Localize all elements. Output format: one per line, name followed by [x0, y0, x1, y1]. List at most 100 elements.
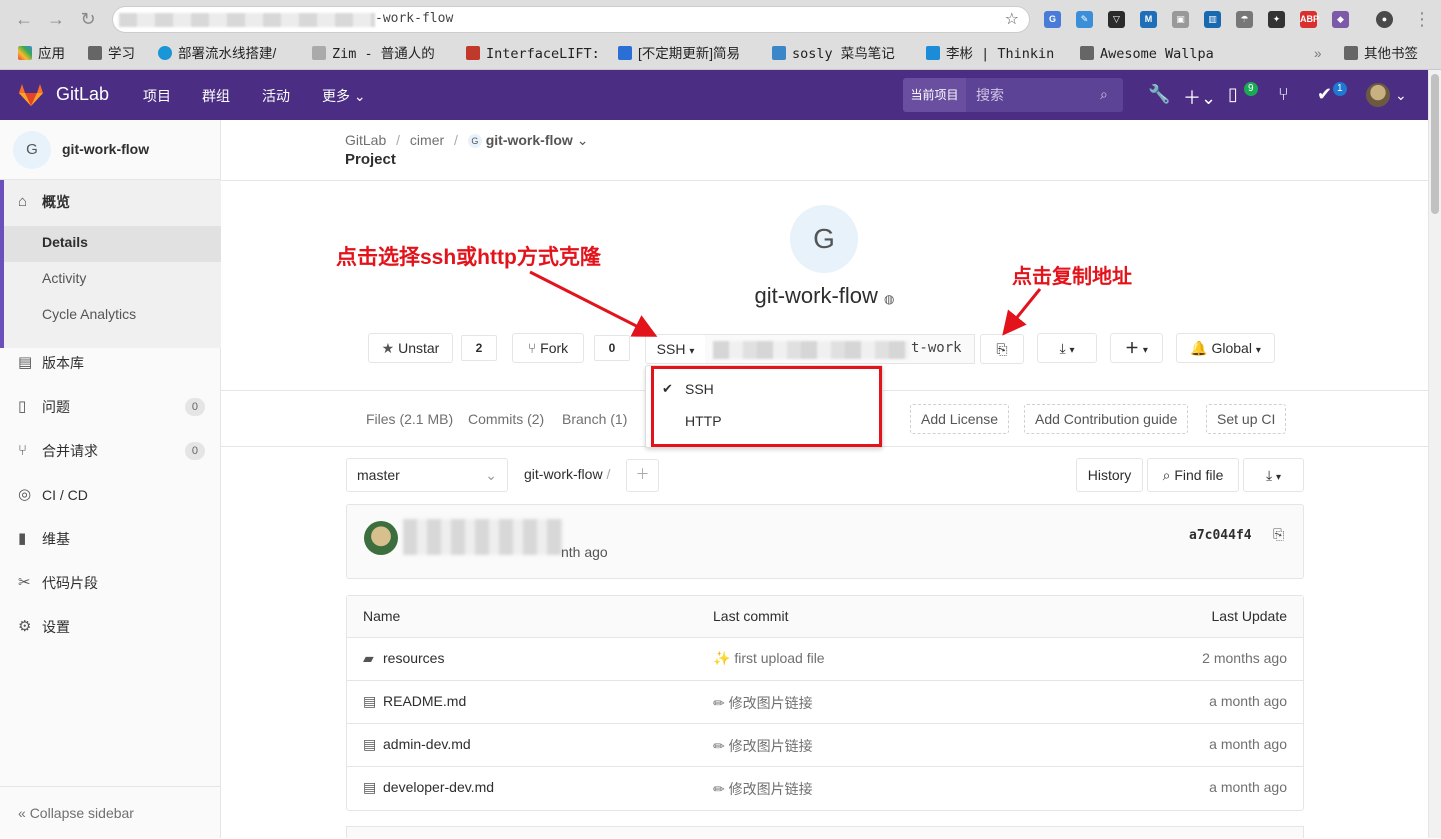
branch-link[interactable]: Branch (1) [562, 411, 627, 427]
sidebar-item-activity[interactable]: Activity [42, 270, 86, 286]
file-name-link[interactable]: developer-dev.md [383, 779, 494, 795]
table-row[interactable]: ▤ admin-dev.md ✏ 修改图片链接 a month ago [347, 724, 1303, 767]
m-extension-icon[interactable]: M [1140, 11, 1157, 28]
nav-more[interactable]: 更多 ⌄ [322, 86, 366, 106]
todos-icon[interactable]: ▯ [1228, 84, 1238, 105]
commit-message-link[interactable]: ✏ 修改图片链接 [713, 736, 813, 756]
download-dropdown[interactable]: ⤓ ▾ [1243, 458, 1304, 492]
path-root[interactable]: git-work-flow [524, 466, 603, 482]
extension-icon[interactable]: ✦ [1268, 11, 1285, 28]
merge-requests-icon[interactable]: ⑂ [1278, 84, 1289, 105]
add-to-tree-button[interactable]: ＋ [626, 459, 659, 492]
new-plus-icon[interactable]: ＋⌄ [1183, 84, 1216, 110]
unstar-button[interactable]: ★ Unstar [368, 333, 453, 363]
nav-groups[interactable]: 群组 [202, 86, 230, 106]
commits-link[interactable]: Commits (2) [468, 411, 544, 427]
find-file-button[interactable]: ⌕ Find file [1147, 458, 1239, 492]
more-bookmarks-button[interactable]: » [1314, 44, 1330, 64]
address-bar[interactable]: -work-flow ☆ [112, 6, 1030, 33]
sidebar-item-settings[interactable]: ⚙ 设置 [0, 607, 221, 647]
sidebar-item-cycle-analytics[interactable]: Cycle Analytics [42, 306, 136, 322]
extension-icon[interactable]: ▣ [1172, 11, 1189, 28]
sidebar-project-header[interactable]: G git-work-flow [0, 120, 221, 180]
vue-devtools-icon[interactable]: ▽ [1108, 11, 1125, 28]
translate-extension-icon[interactable]: G [1044, 11, 1061, 28]
issues-check-icon[interactable]: ✔ [1317, 84, 1332, 105]
bookmark-item[interactable]: 李彬 | Thinkin [926, 44, 1066, 64]
search-scope-badge[interactable]: 当前项目 [903, 78, 966, 112]
table-row[interactable]: ▤ developer-dev.md ✏ 修改图片链接 a month ago [347, 767, 1303, 810]
bookmark-folder-study[interactable]: 学习 [88, 44, 148, 64]
file-name-link[interactable]: README.md [383, 693, 466, 709]
commit-message-link[interactable]: ✏ 修改图片链接 [713, 779, 813, 799]
forward-icon[interactable]: → [46, 9, 66, 29]
sidebar-item-merge-requests[interactable]: ⑂ 合并请求 0 [0, 431, 221, 471]
file-name-link[interactable]: admin-dev.md [383, 736, 471, 752]
table-row[interactable]: ▰ resources ✨ first upload file 2 months… [347, 638, 1303, 681]
sidebar-item-details[interactable]: Details [42, 234, 88, 250]
commit-author-avatar[interactable] [364, 521, 398, 555]
fork-count[interactable]: 0 [594, 335, 630, 361]
clone-protocol-dropdown[interactable]: SSH ▾ [645, 334, 706, 364]
breadcrumb-item-current[interactable]: git-work-flow [486, 132, 573, 148]
back-icon[interactable]: ← [14, 9, 34, 29]
bookmark-item[interactable]: [不定期更新]简易 [618, 44, 758, 64]
umbrella-icon[interactable]: ☂ [1236, 11, 1253, 28]
star-count[interactable]: 2 [461, 335, 497, 361]
breadcrumb-item[interactable]: GitLab [345, 132, 386, 148]
user-avatar[interactable] [1366, 83, 1390, 107]
download-dropdown[interactable]: ⤓ ▾ [1037, 333, 1097, 363]
copy-url-button[interactable]: ⎘ [980, 334, 1024, 364]
gitlab-logo-icon[interactable] [18, 82, 44, 108]
brand-name[interactable]: GitLab [56, 84, 109, 105]
chevron-down-icon[interactable]: ⌄ [1395, 87, 1407, 104]
branch-select[interactable]: master ⌄ [346, 458, 508, 492]
sidebar-item-overview[interactable]: ⌂ 概览 [0, 182, 221, 222]
breadcrumb-item[interactable]: cimer [410, 132, 444, 148]
adblock-icon[interactable]: ABP [1300, 11, 1319, 28]
admin-wrench-icon[interactable]: 🔧 [1148, 84, 1170, 105]
sidebar-item-snippets[interactable]: ✂ 代码片段 [0, 563, 221, 603]
profile-avatar[interactable]: ● [1376, 11, 1393, 28]
add-license-button[interactable]: Add License [910, 404, 1010, 434]
bookmark-star-icon[interactable]: ☆ [1005, 9, 1019, 29]
commit-message-link[interactable]: ✏ 修改图片链接 [713, 693, 813, 713]
nav-projects[interactable]: 项目 [143, 86, 171, 106]
clone-url-field[interactable]: t-work [705, 334, 975, 364]
bookmark-apps[interactable]: 应用 [18, 44, 78, 64]
scrollbar-thumb[interactable] [1431, 74, 1439, 214]
bookmark-item[interactable]: InterfaceLIFT: [466, 44, 606, 64]
extension-icon[interactable]: ✎ [1076, 11, 1093, 28]
notification-dropdown[interactable]: 🔔 Global ▾ [1176, 333, 1275, 363]
sidebar-item-issues[interactable]: ▯ 问题 0 [0, 387, 221, 427]
bookmark-item[interactable]: Zim - 普通人的 [312, 44, 452, 64]
page-scrollbar[interactable] [1428, 70, 1441, 838]
chevron-down-icon[interactable]: ⌄ [577, 132, 589, 148]
reload-icon[interactable]: ↻ [78, 9, 98, 29]
file-name-link[interactable]: resources [383, 650, 444, 666]
sidebar-item-wiki[interactable]: ▮ 维基 [0, 519, 221, 559]
set-up-ci-button[interactable]: Set up CI [1206, 404, 1287, 434]
sidebar-item-ci-cd[interactable]: ◎ CI / CD [0, 475, 221, 515]
commit-sha[interactable]: a7c044f4 [1189, 528, 1252, 543]
history-button[interactable]: History [1076, 458, 1143, 492]
bookmark-item[interactable]: 部署流水线搭建/ [158, 44, 298, 64]
unstar-label: Unstar [398, 340, 440, 356]
bookmark-item[interactable]: sosly 菜鸟笔记 [772, 44, 912, 64]
files-link[interactable]: Files (2.1 MB) [366, 411, 453, 427]
fork-button[interactable]: ⑂ Fork [512, 333, 584, 363]
bookmark-item[interactable]: Awesome Wallpa [1080, 44, 1220, 64]
table-row[interactable]: ▤ README.md ✏ 修改图片链接 a month ago [347, 681, 1303, 724]
other-bookmarks-folder[interactable]: 其他书签 [1344, 44, 1434, 64]
plus-icon: ＋ [635, 466, 650, 482]
collapse-sidebar-button[interactable]: « Collapse sidebar [0, 786, 221, 838]
add-dropdown[interactable]: ＋ ▾ [1110, 333, 1163, 363]
nav-activity[interactable]: 活动 [262, 86, 290, 106]
commit-message-link[interactable]: ✨ first upload file [713, 650, 825, 667]
add-contribution-guide-button[interactable]: Add Contribution guide [1024, 404, 1189, 434]
extension-icon[interactable]: ◆ [1332, 11, 1349, 28]
clipboard-icon[interactable]: ⎘ [1273, 526, 1284, 543]
trello-icon[interactable]: ▥ [1204, 11, 1221, 28]
browser-menu-icon[interactable]: ⋮ [1412, 9, 1432, 29]
sidebar-item-repository[interactable]: ▤ 版本库 [0, 343, 221, 383]
